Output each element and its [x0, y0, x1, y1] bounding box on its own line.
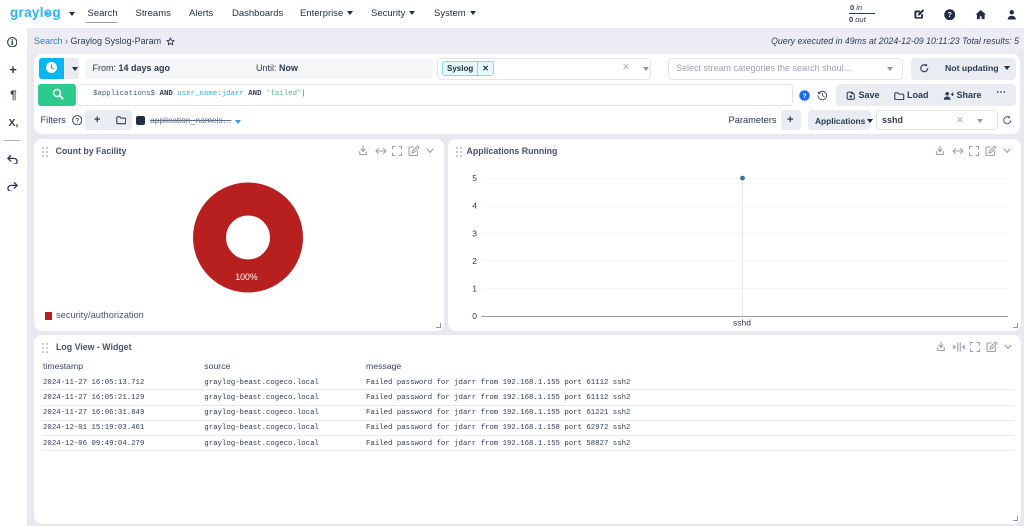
- svg-text:?: ?: [947, 12, 951, 19]
- svg-text:2: 2: [472, 255, 477, 265]
- svg-text:4: 4: [472, 200, 477, 210]
- svg-text:0: 0: [472, 311, 477, 321]
- svg-text:1: 1: [472, 283, 477, 293]
- svg-text:sshd: sshd: [733, 317, 751, 327]
- svg-text:3: 3: [472, 228, 477, 238]
- svg-text:100%: 100%: [235, 272, 258, 282]
- svg-text:?: ?: [75, 117, 79, 124]
- svg-text:5: 5: [472, 173, 477, 183]
- svg-text:?: ?: [802, 93, 806, 100]
